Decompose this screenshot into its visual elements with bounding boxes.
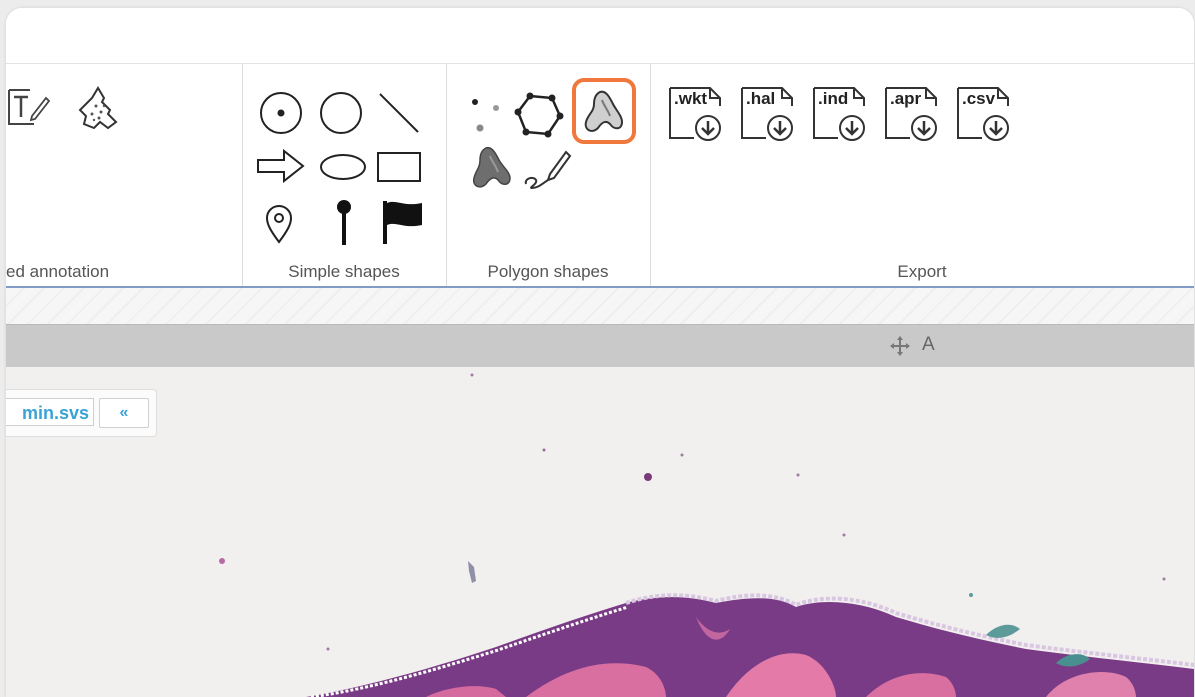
filled-area-icon[interactable] xyxy=(468,144,516,192)
collapse-button[interactable]: « xyxy=(99,398,149,428)
group-label-simple: Simple shapes xyxy=(288,262,400,281)
group-label-annotation: ed annotation xyxy=(6,262,110,281)
line-icon[interactable] xyxy=(376,90,422,136)
file-panel: min.svs « xyxy=(6,389,157,437)
export-group: .wkt .hal .ind .apr .csv Export xyxy=(650,64,1194,286)
group-label-polygon: Polygon shapes xyxy=(487,262,609,281)
group-label-export: Export xyxy=(897,262,947,281)
export-wkt-button[interactable]: .wkt xyxy=(668,84,726,144)
flag-icon[interactable] xyxy=(380,198,426,246)
point-set-icon[interactable] xyxy=(468,96,508,136)
freehand-pen-icon[interactable] xyxy=(520,144,572,192)
annotation-ribbon: ed annotation Simple shapes Polygon shap… xyxy=(6,64,1194,288)
active-tool-highlight xyxy=(572,78,636,144)
export-format-label: .hal xyxy=(746,89,775,108)
polygon-icon[interactable] xyxy=(514,90,564,140)
export-buttons: .wkt .hal .ind .apr .csv xyxy=(668,84,1014,144)
marker-pin-icon[interactable] xyxy=(330,198,358,248)
simple-shapes-group: Simple shapes xyxy=(242,64,447,286)
export-format-label: .csv xyxy=(962,89,996,108)
ribbon-spacer xyxy=(6,288,1194,324)
export-hal-button[interactable]: .hal xyxy=(740,84,798,144)
export-csv-button[interactable]: .csv xyxy=(956,84,1014,144)
map-pin-icon[interactable] xyxy=(262,202,296,246)
arrow-icon[interactable] xyxy=(256,148,306,184)
app-window: ed annotation Simple shapes Polygon shap… xyxy=(6,8,1194,697)
tissue-slide-image xyxy=(219,373,1194,697)
export-ind-button[interactable]: .ind xyxy=(812,84,870,144)
circle-icon[interactable] xyxy=(318,90,364,136)
tissue-shape-icon[interactable] xyxy=(74,84,122,132)
polygon-shapes-group: Polygon shapes xyxy=(446,64,651,286)
file-name-label[interactable]: min.svs xyxy=(6,398,94,426)
export-format-label: .ind xyxy=(818,89,848,108)
move-icon[interactable] xyxy=(889,335,911,362)
ellipse-icon[interactable] xyxy=(318,152,368,182)
top-bar xyxy=(6,8,1194,64)
point-icon[interactable] xyxy=(258,90,304,136)
export-apr-button[interactable]: .apr xyxy=(884,84,942,144)
annotation-group: ed annotation xyxy=(6,64,243,286)
viewer-header: A xyxy=(6,324,1194,368)
text-annotation-icon[interactable] xyxy=(6,84,52,130)
rectangle-icon[interactable] xyxy=(376,150,424,184)
slide-viewer[interactable]: min.svs « xyxy=(6,367,1194,697)
export-format-label: .apr xyxy=(890,89,922,108)
viewer-header-label: A xyxy=(922,334,935,355)
export-format-label: .wkt xyxy=(674,89,707,108)
